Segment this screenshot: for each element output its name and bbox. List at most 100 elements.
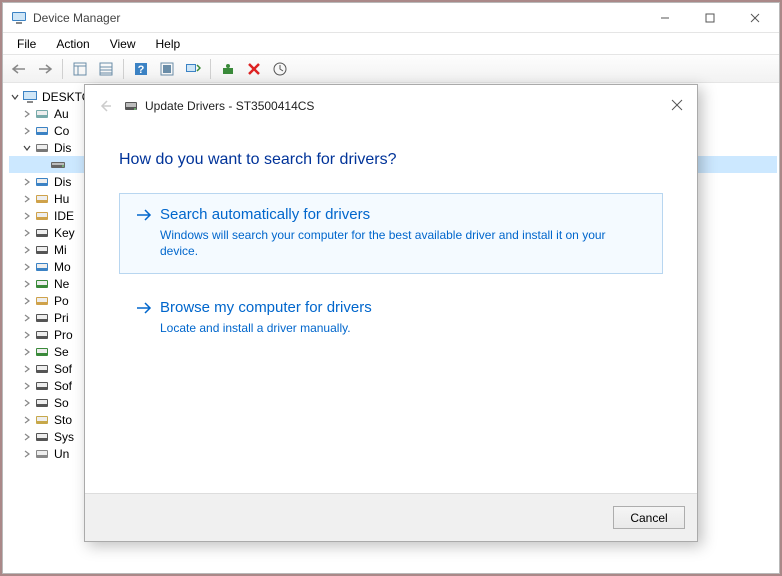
- chevron-right-icon[interactable]: [21, 125, 33, 137]
- chevron-right-icon[interactable]: [21, 414, 33, 426]
- toolbar-update-button[interactable]: [268, 58, 292, 80]
- tree-label: Mi: [54, 243, 67, 257]
- menubar: File Action View Help: [3, 33, 779, 55]
- device-category-icon: [34, 361, 50, 377]
- toolbar-properties-button[interactable]: [94, 58, 118, 80]
- arrow-right-icon: [136, 208, 152, 225]
- toolbar-forward-button[interactable]: [33, 58, 57, 80]
- chevron-right-icon[interactable]: [21, 176, 33, 188]
- chevron-right-icon[interactable]: [21, 380, 33, 392]
- chevron-right-icon[interactable]: [21, 193, 33, 205]
- chevron-right-icon[interactable]: [21, 227, 33, 239]
- dialog-footer: Cancel: [85, 493, 697, 541]
- option-title: Browse my computer for drivers: [160, 299, 372, 316]
- device-manager-icon: [11, 10, 27, 26]
- toolbar-back-button[interactable]: [7, 58, 31, 80]
- menu-view[interactable]: View: [102, 35, 144, 53]
- option-search-automatically[interactable]: Search automatically for drivers Windows…: [119, 193, 663, 274]
- device-category-icon: [34, 412, 50, 428]
- drive-icon: [123, 98, 139, 114]
- option-title: Search automatically for drivers: [160, 206, 370, 223]
- dialog-heading: How do you want to search for drivers?: [119, 151, 663, 169]
- chevron-down-icon[interactable]: [21, 142, 33, 154]
- device-category-icon: [34, 378, 50, 394]
- chevron-right-icon[interactable]: [21, 278, 33, 290]
- dialog-back-button[interactable]: [93, 94, 117, 118]
- toolbar: ?: [3, 55, 779, 83]
- option-description: Locate and install a driver manually.: [160, 320, 620, 336]
- dialog-header: Update Drivers - ST3500414CS: [85, 85, 697, 127]
- device-category-icon: [34, 225, 50, 241]
- device-category-icon: [34, 106, 50, 122]
- device-category-icon: [34, 242, 50, 258]
- tree-label: Sof: [54, 379, 72, 393]
- tree-label: Dis: [54, 175, 71, 189]
- toolbar-show-hide-button[interactable]: [68, 58, 92, 80]
- minimize-button[interactable]: [642, 3, 687, 32]
- chevron-right-icon[interactable]: [21, 210, 33, 222]
- tree-label: Co: [54, 124, 69, 138]
- device-category-icon: [34, 344, 50, 360]
- device-category-icon: [34, 259, 50, 275]
- toolbar-separator: [62, 59, 63, 79]
- tree-label: IDE: [54, 209, 74, 223]
- chevron-right-icon[interactable]: [21, 312, 33, 324]
- chevron-right-icon[interactable]: [21, 108, 33, 120]
- device-category-icon: [34, 174, 50, 190]
- tree-label: Pro: [54, 328, 73, 342]
- tree-label: Hu: [54, 192, 69, 206]
- toolbar-uninstall-button[interactable]: [242, 58, 266, 80]
- tree-label: Se: [54, 345, 69, 359]
- menu-file[interactable]: File: [9, 35, 44, 53]
- device-category-icon: [34, 327, 50, 343]
- close-button[interactable]: [732, 3, 777, 32]
- menu-action[interactable]: Action: [48, 35, 97, 53]
- chevron-right-icon[interactable]: [21, 261, 33, 273]
- tree-label: Sof: [54, 362, 72, 376]
- tree-label: Pri: [54, 311, 69, 325]
- tree-label: Dis: [54, 141, 71, 155]
- chevron-right-icon[interactable]: [21, 295, 33, 307]
- device-category-icon: [34, 446, 50, 462]
- menu-help[interactable]: Help: [148, 35, 189, 53]
- tree-label: So: [54, 396, 69, 410]
- toolbar-help-button[interactable]: ?: [129, 58, 153, 80]
- tree-label: Sys: [54, 430, 74, 444]
- cancel-button[interactable]: Cancel: [613, 506, 685, 529]
- maximize-button[interactable]: [687, 3, 732, 32]
- spacer-icon: [37, 159, 49, 171]
- chevron-right-icon[interactable]: [21, 397, 33, 409]
- titlebar: Device Manager: [3, 3, 779, 33]
- dialog-close-button[interactable]: [665, 93, 689, 117]
- device-category-icon: [34, 123, 50, 139]
- chevron-right-icon[interactable]: [21, 346, 33, 358]
- svg-text:?: ?: [138, 64, 145, 76]
- toolbar-separator: [123, 59, 124, 79]
- device-category-icon: [34, 191, 50, 207]
- disk-drive-icon: [50, 157, 66, 173]
- option-description: Windows will search your computer for th…: [160, 227, 620, 259]
- chevron-down-icon[interactable]: [9, 91, 21, 103]
- window-title: Device Manager: [33, 11, 120, 25]
- toolbar-scan-button[interactable]: [181, 58, 205, 80]
- device-category-icon: [34, 140, 50, 156]
- device-category-icon: [34, 208, 50, 224]
- device-category-icon: [34, 293, 50, 309]
- chevron-right-icon[interactable]: [21, 431, 33, 443]
- chevron-right-icon[interactable]: [21, 329, 33, 341]
- device-category-icon: [34, 276, 50, 292]
- option-browse-computer[interactable]: Browse my computer for drivers Locate an…: [119, 286, 663, 351]
- chevron-right-icon[interactable]: [21, 363, 33, 375]
- toolbar-enable-button[interactable]: [216, 58, 240, 80]
- chevron-right-icon[interactable]: [21, 448, 33, 460]
- chevron-right-icon[interactable]: [21, 244, 33, 256]
- tree-label: Sto: [54, 413, 72, 427]
- tree-label: Au: [54, 107, 69, 121]
- tree-label: Mo: [54, 260, 71, 274]
- device-category-icon: [34, 395, 50, 411]
- computer-icon: [22, 89, 38, 105]
- device-category-icon: [34, 429, 50, 445]
- dialog-title: Update Drivers - ST3500414CS: [145, 99, 314, 113]
- tree-label: Key: [54, 226, 75, 240]
- toolbar-action-button[interactable]: [155, 58, 179, 80]
